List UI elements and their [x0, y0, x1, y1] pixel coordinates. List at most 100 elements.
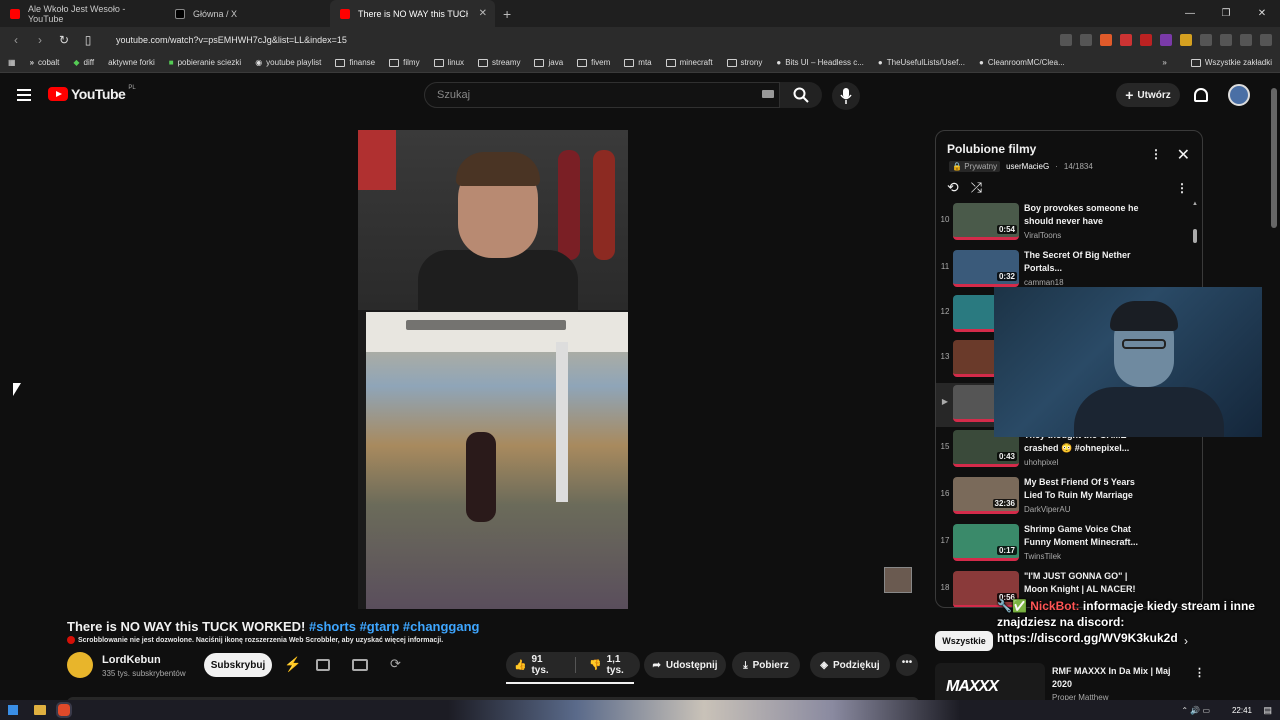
- thumbs-up-icon[interactable]: 👍: [514, 660, 526, 671]
- item-title[interactable]: Boy provokes someone he should never hav…: [1024, 202, 1144, 228]
- close-tab-icon[interactable]: ✕: [479, 8, 487, 19]
- all-bookmarks[interactable]: » Wszystkie zakładki: [1162, 58, 1272, 67]
- close-playlist-icon[interactable]: ✕: [1177, 145, 1190, 165]
- keyboard-icon[interactable]: [762, 90, 774, 98]
- notifications-icon[interactable]: ▤: [1263, 705, 1272, 716]
- image-icon[interactable]: [316, 659, 330, 671]
- notifications-bell-icon[interactable]: [1194, 88, 1208, 102]
- reload-icon[interactable]: ↻: [56, 33, 72, 47]
- channel-avatar[interactable]: [67, 652, 93, 678]
- chevron-right-icon[interactable]: ›: [1184, 634, 1188, 648]
- new-tab-button[interactable]: +: [503, 6, 511, 22]
- voice-search-button[interactable]: [832, 82, 860, 110]
- item-thumbnail[interactable]: 32:36: [953, 477, 1019, 514]
- like-count[interactable]: 91 tys.: [531, 654, 562, 676]
- minimize-icon[interactable]: —: [1172, 8, 1208, 19]
- system-tray-icons[interactable]: ⌃ 🔊 ▭: [1181, 706, 1210, 715]
- channel-name[interactable]: LordKebun: [102, 654, 161, 666]
- brave-shield-icon[interactable]: [1100, 34, 1112, 46]
- user-avatar[interactable]: [1228, 84, 1250, 106]
- chevron-right-icon[interactable]: »: [1162, 58, 1166, 67]
- thanks-button[interactable]: ◈ Podziękuj: [810, 652, 890, 678]
- bookmark-item[interactable]: ● CleanroomMC/Clea...: [979, 58, 1065, 67]
- item-thumbnail[interactable]: 0:17: [953, 524, 1019, 561]
- apps-icon[interactable]: ▦: [8, 58, 16, 67]
- url-field[interactable]: youtube.com/watch?v=psEMHWH7cJg&list=LL&…: [116, 35, 347, 45]
- thumbs-down-icon[interactable]: 👎: [589, 660, 601, 671]
- file-explorer-icon[interactable]: [34, 705, 46, 715]
- playlist-item[interactable]: 17 0:17 Shrimp Game Voice Chat Funny Mom…: [936, 522, 1198, 566]
- extension-icon[interactable]: [1120, 34, 1132, 46]
- bookmark-icon[interactable]: ▯: [80, 33, 96, 47]
- back-icon[interactable]: ‹: [8, 33, 24, 47]
- restore-icon[interactable]: ❐: [1208, 8, 1244, 19]
- playlist-options-icon[interactable]: ⋮: [1176, 181, 1188, 195]
- item-title[interactable]: My Best Friend Of 5 Years Lied To Ruin M…: [1024, 476, 1144, 502]
- tab-2[interactable]: Główna / X: [165, 0, 330, 27]
- video-hashtags[interactable]: #shorts #gtarp #changgang: [309, 619, 479, 634]
- close-window-icon[interactable]: ✕: [1244, 8, 1280, 19]
- sidebar-icon[interactable]: [1220, 34, 1232, 46]
- item-title[interactable]: "I'M JUST GONNA GO" | Moon Knight | AL N…: [1024, 570, 1144, 596]
- page-scrollbar[interactable]: [1271, 88, 1277, 228]
- bookmark-folder[interactable]: filmy: [389, 58, 420, 67]
- item-thumbnail[interactable]: 0:54: [953, 203, 1019, 240]
- bookmark-folder[interactable]: streamy: [478, 58, 520, 67]
- bookmark-folder[interactable]: finanse: [335, 58, 375, 67]
- subscribe-button[interactable]: Subskrybuj: [204, 653, 272, 677]
- screen-icon[interactable]: [1060, 34, 1072, 46]
- recommendation-menu-icon[interactable]: ⋮: [1194, 666, 1205, 679]
- lightning-icon[interactable]: ⚡: [284, 656, 301, 673]
- extension-icon[interactable]: [1180, 34, 1192, 46]
- item-thumbnail[interactable]: 0:32: [953, 250, 1019, 287]
- share-icon[interactable]: [1080, 34, 1092, 46]
- recommendation-title[interactable]: RMF MAXXX In Da Mix | Maj 2020: [1052, 665, 1182, 691]
- bookmark-folder[interactable]: fivem: [577, 58, 610, 67]
- item-title[interactable]: Shrimp Game Voice Chat Funny Moment Mine…: [1024, 523, 1144, 549]
- playlist-item[interactable]: 10 0:54 Boy provokes someone he should n…: [936, 201, 1198, 245]
- tab-3-active[interactable]: There is NO WAY this TUCK W ✕: [330, 0, 495, 27]
- playlist-owner[interactable]: userMacieG: [1006, 162, 1049, 171]
- playlist-item[interactable]: 16 32:36 My Best Friend Of 5 Years Lied …: [936, 475, 1198, 519]
- bookmark-item[interactable]: ● TheUsefulLists/Usef...: [878, 58, 965, 67]
- extension-icon[interactable]: [1160, 34, 1172, 46]
- item-title[interactable]: The Secret Of Big Nether Portals...: [1024, 249, 1144, 275]
- search-input[interactable]: Szukaj: [424, 82, 780, 108]
- tab-1[interactable]: Ale Wkoło Jest Wesoło - YouTube: [0, 0, 165, 27]
- playlist-item[interactable]: 11 0:32 The Secret Of Big Nether Portals…: [936, 248, 1198, 292]
- bookmark-folder[interactable]: minecraft: [665, 58, 713, 67]
- bookmark-folder[interactable]: linux: [433, 58, 464, 67]
- video-player[interactable]: [358, 130, 628, 609]
- loop-icon[interactable]: ⟳: [390, 656, 401, 672]
- forward-icon[interactable]: ›: [32, 33, 48, 47]
- bookmark-item[interactable]: ◉ youtube playlist: [255, 58, 321, 67]
- bookmark-item[interactable]: aktywne forki: [108, 58, 155, 67]
- dislike-count[interactable]: 1,1 tys.: [607, 654, 640, 676]
- extensions-icon[interactable]: [1200, 34, 1212, 46]
- hamburger-menu-icon[interactable]: [17, 89, 31, 104]
- create-button[interactable]: + Utwórz: [1116, 83, 1180, 107]
- bookmark-folder[interactable]: java: [534, 58, 563, 67]
- playlist-menu-icon[interactable]: ⋮: [1150, 147, 1162, 161]
- more-actions-icon[interactable]: •••: [896, 654, 918, 676]
- playlist-title[interactable]: Polubione filmy: [947, 142, 1036, 156]
- youtube-logo[interactable]: YouTube PL: [48, 85, 136, 102]
- download-button[interactable]: ⤓ Pobierz: [732, 652, 800, 678]
- share-button[interactable]: ➦ Udostępnij: [644, 652, 726, 678]
- miniplayer-avatar[interactable]: [884, 567, 912, 593]
- filter-chip-all[interactable]: Wszystkie: [935, 631, 993, 651]
- bookmark-item[interactable]: » cobalt: [30, 58, 60, 67]
- loop-icon[interactable]: ⟲: [947, 179, 959, 196]
- windows-start-icon[interactable]: [8, 705, 18, 715]
- bookmark-item[interactable]: ■ pobieranie sciezki: [169, 58, 241, 67]
- brave-browser-icon[interactable]: [56, 702, 72, 718]
- bookmark-item[interactable]: ◆ diff: [73, 58, 94, 67]
- bookmark-item[interactable]: ● Bits UI – Headless c...: [776, 58, 864, 67]
- miniplayer-icon[interactable]: [352, 659, 368, 671]
- search-button[interactable]: [780, 82, 822, 108]
- scrobbler-icon[interactable]: [1140, 34, 1152, 46]
- shuffle-icon[interactable]: ⤮: [971, 179, 982, 196]
- media-icon[interactable]: [1240, 34, 1252, 46]
- menu-icon[interactable]: [1260, 34, 1272, 46]
- bookmark-folder[interactable]: strony: [726, 58, 762, 67]
